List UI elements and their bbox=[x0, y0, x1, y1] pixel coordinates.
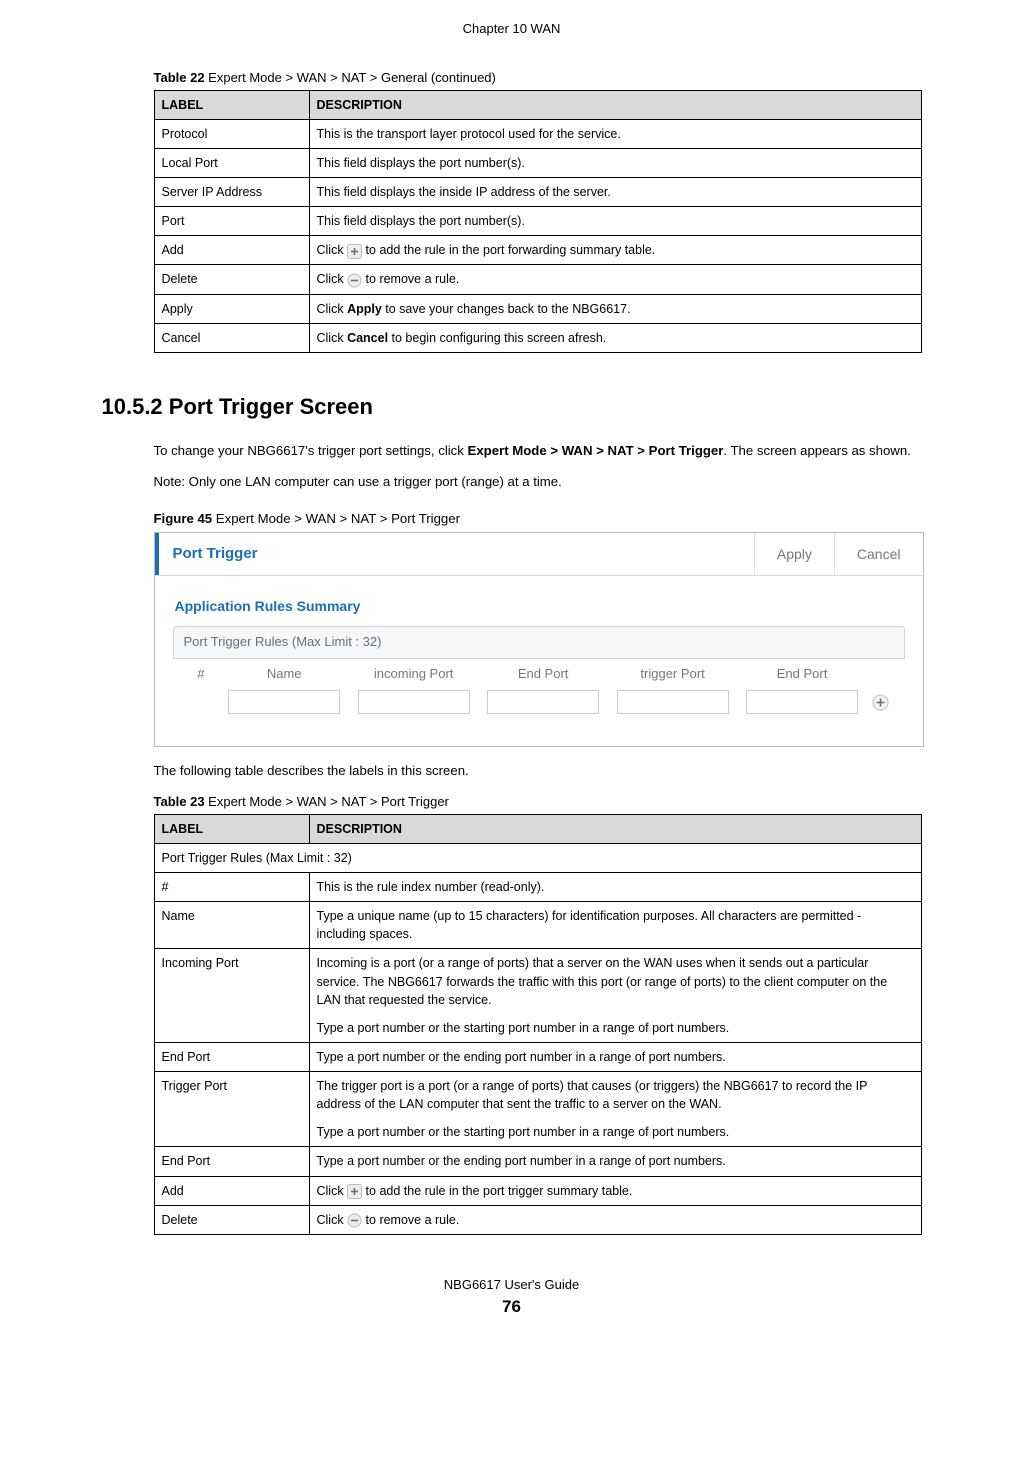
table23-caption: Table 23 Expert Mode > WAN > NAT > Port … bbox=[154, 793, 922, 812]
cell-label: Cancel bbox=[154, 323, 309, 352]
table-row: End Port Type a port number or the endin… bbox=[154, 1042, 921, 1071]
ss-header: Port Trigger Apply Cancel bbox=[155, 533, 923, 576]
col-endport2: End Port bbox=[737, 665, 866, 684]
cell-desc: This is the rule index number (read-only… bbox=[309, 873, 921, 902]
cell-label: Trigger Port bbox=[154, 1072, 309, 1147]
cell-desc: Click Cancel to begin configuring this s… bbox=[309, 323, 921, 352]
table-row: Protocol This is the transport layer pro… bbox=[154, 119, 921, 148]
table-row: Port This field displays the port number… bbox=[154, 207, 921, 236]
table22: LABEL DESCRIPTION Protocol This is the t… bbox=[154, 90, 922, 353]
cell-label: End Port bbox=[154, 1042, 309, 1071]
cell-desc: Incoming is a port (or a range of ports)… bbox=[309, 949, 921, 1043]
table-row: Local Port This field displays the port … bbox=[154, 148, 921, 177]
table23-head-label: LABEL bbox=[154, 814, 309, 843]
cell-desc: Type a port number or the ending port nu… bbox=[309, 1042, 921, 1071]
cell-desc: This field displays the inside IP addres… bbox=[309, 178, 921, 207]
table23-block: Table 23 Expert Mode > WAN > NAT > Port … bbox=[154, 793, 922, 1235]
port-trigger-screenshot: Port Trigger Apply Cancel Application Ru… bbox=[154, 532, 924, 747]
para-after-fig: The following table describes the labels… bbox=[154, 761, 922, 780]
table-row: End Port Type a port number or the endin… bbox=[154, 1147, 921, 1176]
table22-caption-rest: Expert Mode > WAN > NAT > General (conti… bbox=[205, 70, 496, 85]
table-row: Delete Click to remove a rule. bbox=[154, 265, 921, 294]
table22-block: Table 22 Expert Mode > WAN > NAT > Gener… bbox=[154, 69, 922, 353]
cell-desc: Type a unique name (up to 15 characters)… bbox=[309, 902, 921, 949]
table-row: Incoming Port Incoming is a port (or a r… bbox=[154, 949, 921, 1043]
table-row: Trigger Port The trigger port is a port … bbox=[154, 1072, 921, 1147]
cell-label: Add bbox=[154, 236, 309, 265]
footer-guide: NBG6617 User's Guide bbox=[102, 1275, 922, 1295]
cell-span: Port Trigger Rules (Max Limit : 32) bbox=[154, 843, 921, 872]
cancel-button[interactable]: Cancel bbox=[834, 533, 923, 575]
cell-label: Apply bbox=[154, 294, 309, 323]
cell-desc: Click to remove a rule. bbox=[309, 265, 921, 294]
table-row: Add Click to add the rule in the port tr… bbox=[154, 1176, 921, 1205]
cell-label: # bbox=[154, 873, 309, 902]
col-num: # bbox=[183, 665, 220, 684]
table-row: Server IP Address This field displays th… bbox=[154, 178, 921, 207]
table-row: Add Click to add the rule in the port fo… bbox=[154, 236, 921, 265]
incoming-port-input[interactable] bbox=[358, 690, 470, 714]
table-row: Name Type a unique name (up to 15 charac… bbox=[154, 902, 921, 949]
section-para1: To change your NBG6617's trigger port se… bbox=[154, 441, 922, 460]
ss-rulebar: Port Trigger Rules (Max Limit : 32) bbox=[173, 626, 905, 659]
footer-page-number: 76 bbox=[102, 1294, 922, 1320]
cell-desc: Type a port number or the ending port nu… bbox=[309, 1147, 921, 1176]
cell-desc: This field displays the port number(s). bbox=[309, 207, 921, 236]
table23: LABEL DESCRIPTION Port Trigger Rules (Ma… bbox=[154, 814, 922, 1235]
section-note: Note: Only one LAN computer can use a tr… bbox=[154, 472, 922, 491]
minus-icon bbox=[347, 1213, 362, 1228]
table-row: Cancel Click Cancel to begin configuring… bbox=[154, 323, 921, 352]
col-endport: End Port bbox=[478, 665, 607, 684]
cell-label: Delete bbox=[154, 1205, 309, 1234]
table22-head-desc: DESCRIPTION bbox=[309, 90, 921, 119]
cell-label: Port bbox=[154, 207, 309, 236]
apply-button[interactable]: Apply bbox=[754, 533, 834, 575]
cell-label: Incoming Port bbox=[154, 949, 309, 1043]
add-rule-icon[interactable] bbox=[872, 694, 889, 711]
cell-desc: Click Apply to save your changes back to… bbox=[309, 294, 921, 323]
cell-label: Server IP Address bbox=[154, 178, 309, 207]
table22-head-label: LABEL bbox=[154, 90, 309, 119]
col-trigger: trigger Port bbox=[608, 665, 737, 684]
table-row-span: Port Trigger Rules (Max Limit : 32) bbox=[154, 843, 921, 872]
end-port-input[interactable] bbox=[487, 690, 599, 714]
cell-desc: This is the transport layer protocol use… bbox=[309, 119, 921, 148]
section-heading: 10.5.2 Port Trigger Screen bbox=[102, 391, 922, 423]
cell-label: Local Port bbox=[154, 148, 309, 177]
cell-desc: The trigger port is a port (or a range o… bbox=[309, 1072, 921, 1147]
trigger-port-input[interactable] bbox=[617, 690, 729, 714]
table22-caption: Table 22 Expert Mode > WAN > NAT > Gener… bbox=[154, 69, 922, 88]
ss-title: Port Trigger bbox=[155, 533, 754, 575]
page-footer: NBG6617 User's Guide 76 bbox=[102, 1275, 922, 1320]
chapter-header: Chapter 10 WAN bbox=[102, 20, 922, 39]
plus-icon bbox=[347, 244, 362, 259]
cell-desc: Click to add the rule in the port trigge… bbox=[309, 1176, 921, 1205]
table23-caption-bold: Table 23 bbox=[154, 794, 205, 809]
cell-label: Delete bbox=[154, 265, 309, 294]
figure-caption: Figure 45 Expert Mode > WAN > NAT > Port… bbox=[154, 509, 922, 528]
ss-input-row bbox=[173, 688, 905, 724]
col-name: Name bbox=[219, 665, 348, 684]
table-row: Apply Click Apply to save your changes b… bbox=[154, 294, 921, 323]
cell-desc: Click to remove a rule. bbox=[309, 1205, 921, 1234]
cell-desc: Click to add the rule in the port forwar… bbox=[309, 236, 921, 265]
col-incoming: incoming Port bbox=[349, 665, 478, 684]
plus-icon bbox=[347, 1184, 362, 1199]
table22-caption-bold: Table 22 bbox=[154, 70, 205, 85]
cell-label: Protocol bbox=[154, 119, 309, 148]
name-input[interactable] bbox=[228, 690, 340, 714]
cell-label: Name bbox=[154, 902, 309, 949]
cell-label: Add bbox=[154, 1176, 309, 1205]
table23-head-desc: DESCRIPTION bbox=[309, 814, 921, 843]
table-row: # This is the rule index number (read-on… bbox=[154, 873, 921, 902]
table-row: Delete Click to remove a rule. bbox=[154, 1205, 921, 1234]
end-port2-input[interactable] bbox=[746, 690, 858, 714]
ss-subtitle: Application Rules Summary bbox=[175, 596, 905, 616]
minus-icon bbox=[347, 273, 362, 288]
cell-desc: This field displays the port number(s). bbox=[309, 148, 921, 177]
ss-column-headers: # Name incoming Port End Port trigger Po… bbox=[173, 659, 905, 688]
table23-caption-rest: Expert Mode > WAN > NAT > Port Trigger bbox=[205, 794, 449, 809]
cell-label: End Port bbox=[154, 1147, 309, 1176]
